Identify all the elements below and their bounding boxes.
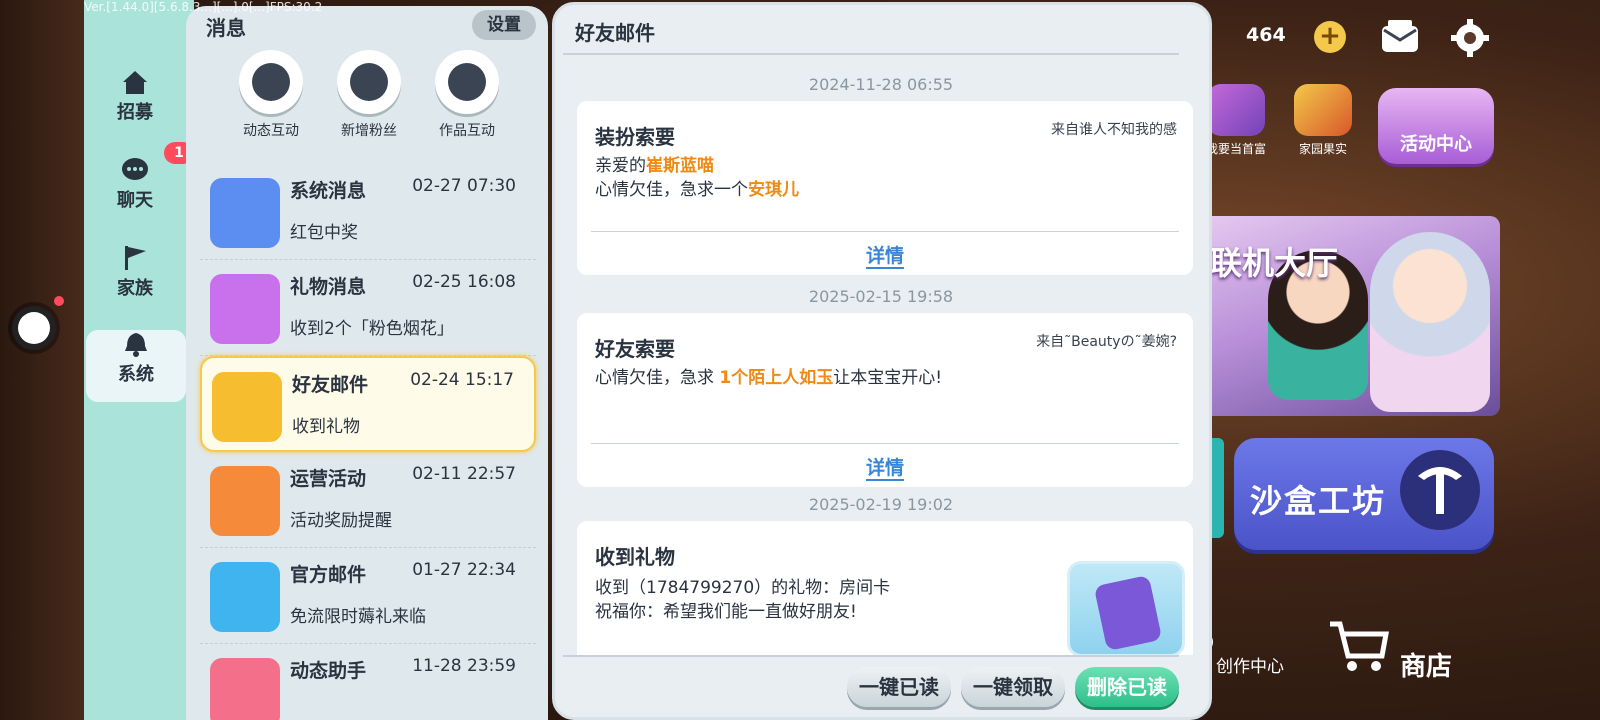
message-row-operations[interactable]: 运营活动 02-11 22:57 活动奖励提醒 xyxy=(200,452,536,548)
richest-icon xyxy=(1207,84,1265,136)
home-fruit-shortcut[interactable]: 家园果实 xyxy=(1294,84,1352,157)
message-row-friend-mail[interactable]: 好友邮件 02-24 15:17 收到礼物 xyxy=(200,356,536,452)
quick-new-fans[interactable]: 新增粉丝 xyxy=(324,50,414,140)
nav-item-family[interactable]: 家族 xyxy=(84,244,186,316)
mail-timestamp: 2024-11-28 06:55 xyxy=(808,75,954,94)
friend-mail-detail-panel: 好友邮件 2024-11-28 06:55 装扮索要 来自谁人不知我的感 亲爱的… xyxy=(552,2,1212,720)
mail-detail-link[interactable]: 详情 xyxy=(577,453,1193,481)
activity-center-button[interactable]: 活动中心 xyxy=(1378,88,1494,164)
hall-title: 联机大厅 xyxy=(1210,244,1339,282)
hall-character-right xyxy=(1370,232,1490,412)
quick-dynamic-interaction[interactable]: 动态互动 xyxy=(226,50,316,140)
nav-item-system[interactable]: 系统 xyxy=(86,330,186,402)
room-card-gift-thumbnail[interactable] xyxy=(1067,561,1185,655)
message-list: 系统消息 02-27 07:30 红包中奖 礼物消息 02-25 16:08 收… xyxy=(200,164,536,720)
bottom-divider xyxy=(563,655,1179,657)
message-row-official-mail[interactable]: 官方邮件 01-27 22:34 免流限时薅礼来临 xyxy=(200,548,536,644)
envelope-icon xyxy=(210,562,280,632)
detail-title: 好友邮件 xyxy=(575,21,655,45)
coin-count: 464 xyxy=(1246,24,1286,46)
message-settings-button[interactable]: 设置 xyxy=(472,10,536,40)
mail-card-gift-received: 收到礼物 收到（1784799270）的礼物：房间卡 祝福你：希望我们能一直做好… xyxy=(577,521,1193,655)
claim-all-button[interactable]: 一键领取 xyxy=(961,667,1065,707)
friend-mail-icon xyxy=(212,372,282,442)
sandbox-label: 沙盒工坊 xyxy=(1250,482,1387,520)
add-coin-button[interactable]: + xyxy=(1314,21,1346,53)
mail-timestamp: 2025-02-15 19:58 xyxy=(808,287,954,306)
gear-icon xyxy=(210,178,280,248)
message-row-system[interactable]: 系统消息 02-27 07:30 红包中奖 xyxy=(200,164,536,260)
mail-card-costume-request: 装扮索要 来自谁人不知我的感 亲爱的崔斯蓝喵 心情欠佳，急求一个安琪儿 详情 xyxy=(577,101,1193,275)
assistant-icon xyxy=(210,658,280,720)
floating-assistant-ball[interactable] xyxy=(12,306,56,350)
message-list-panel: 消息 设置 动态互动 新增粉丝 作品互动 系统消息 02-27 07:30 红包… xyxy=(186,6,548,720)
version-text: Ver.[1.44.0][5.6.8.3...][...].0[...]FPS:… xyxy=(84,0,323,14)
gift-icon xyxy=(210,274,280,344)
message-row-assistant[interactable]: 动态助手 11-28 23:59 xyxy=(200,644,536,720)
bell-icon xyxy=(125,333,147,357)
message-row-gift[interactable]: 礼物消息 02-25 16:08 收到2个「粉色烟花」 xyxy=(200,260,536,356)
mail-detail-link[interactable]: 详情 xyxy=(577,241,1193,269)
megaphone-icon xyxy=(210,466,280,536)
mail-scroll-area[interactable]: 2024-11-28 06:55 装扮索要 来自谁人不知我的感 亲爱的崔斯蓝喵 … xyxy=(563,55,1199,655)
read-all-button[interactable]: 一键已读 xyxy=(847,667,951,707)
chat-bubble-icon xyxy=(122,158,148,180)
left-edge-background xyxy=(0,0,90,720)
star-bubble-icon xyxy=(239,50,303,114)
shop-label[interactable]: 商店 xyxy=(1400,646,1452,683)
list-icon xyxy=(435,50,499,114)
quick-work-interaction[interactable]: 作品互动 xyxy=(422,50,512,140)
mail-card-friend-request: 好友索要 来自˜Beautyの˜姜婉? 心情欠佳，急求 1个陌上人如玉让本宝宝开… xyxy=(577,313,1193,487)
shopping-cart-icon[interactable] xyxy=(1326,618,1390,674)
floating-notification-dot xyxy=(54,296,64,306)
nav-item-recruit[interactable]: 招募 xyxy=(84,68,186,140)
side-nav: 招募 聊天 家族 系统 xyxy=(84,0,194,720)
settings-gear-icon[interactable] xyxy=(1450,18,1490,58)
delete-read-button[interactable]: 删除已读 xyxy=(1075,667,1179,707)
create-center-button[interactable]: 创作中心 xyxy=(1216,652,1284,677)
flag-icon xyxy=(125,246,146,270)
nav-item-chat[interactable]: 聊天 xyxy=(84,156,186,228)
mailbox-icon[interactable] xyxy=(1380,20,1420,54)
new-user-icon xyxy=(337,50,401,114)
richest-shortcut[interactable]: 我要当首富 xyxy=(1206,84,1266,157)
messages-title: 消息 xyxy=(206,16,246,40)
home-fruit-icon xyxy=(1294,84,1352,136)
house-icon xyxy=(123,71,147,94)
mail-timestamp: 2025-02-19 19:02 xyxy=(808,495,954,514)
pickaxe-icon xyxy=(1400,450,1480,530)
